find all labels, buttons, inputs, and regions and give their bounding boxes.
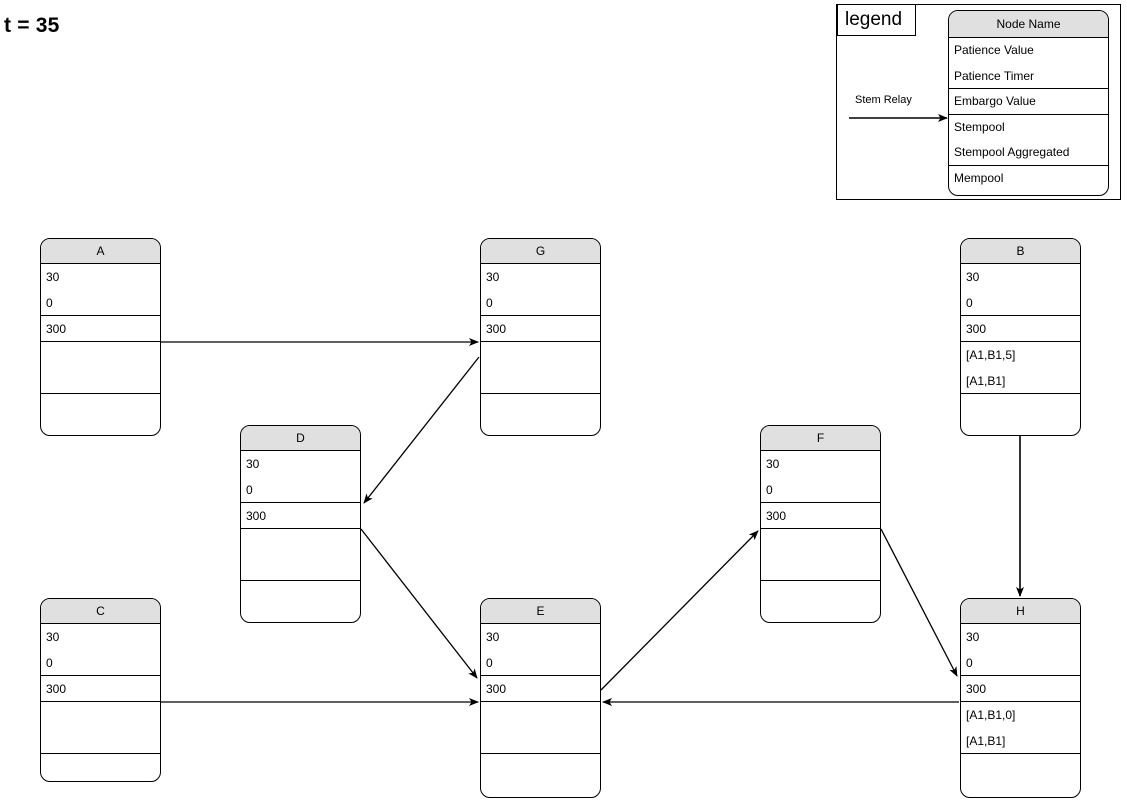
legend-template-node: Node Name Patience Value Patience Timer … [948, 10, 1109, 196]
node-e-stempool [481, 702, 600, 728]
node-e-title: E [481, 599, 600, 624]
node-b-patience-value: 30 [966, 270, 980, 284]
node-d-body: 30 0 300 [241, 451, 360, 622]
node-b-stempool-aggregated: [A1,B1] [961, 368, 1080, 394]
node-h-body: 30 0 300 [A1,B1,0] [A1,B1] [961, 624, 1080, 797]
legend-field-embargo-value: Embargo Value [949, 89, 1108, 115]
node-f-body: 30 0 300 [761, 451, 880, 622]
node-d-stempool-aggregated [241, 555, 360, 581]
node-f[interactable]: F 30 0 300 [760, 425, 881, 623]
node-f-patience-value: 30 [766, 457, 780, 471]
node-g[interactable]: G 30 0 300 [480, 238, 601, 436]
node-d[interactable]: D 30 0 300 [240, 425, 361, 623]
node-g-mempool [481, 394, 600, 435]
edge-f-to-h [880, 528, 958, 677]
node-f-embargo-value: 300 [761, 503, 880, 529]
node-f-stempool-aggregated [761, 555, 880, 581]
node-f-patience-timer: 0 [761, 477, 880, 503]
edge-d-to-e [360, 528, 478, 679]
node-h-mempool [961, 754, 1080, 797]
node-b-body: 30 0 300 [A1,B1,5] [A1,B1] [961, 264, 1080, 435]
node-g-title: G [481, 239, 600, 264]
node-h[interactable]: H 30 0 300 [A1,B1,0] [A1,B1] [960, 598, 1081, 798]
node-b-mempool [961, 394, 1080, 435]
legend-field-stempool: Stempool [954, 119, 1005, 134]
node-a-mempool [41, 394, 160, 435]
node-c-patience-value: 30 [46, 630, 60, 644]
node-c-patience-timer: 0 [41, 650, 160, 676]
node-g-stempool-aggregated [481, 368, 600, 394]
page-title: t = 35 [4, 14, 60, 37]
node-h-patience-value: 30 [966, 630, 980, 644]
node-e[interactable]: E 30 0 300 [480, 598, 601, 798]
node-h-title: H [961, 599, 1080, 624]
node-b-embargo-value: 300 [961, 316, 1080, 342]
node-d-patience-value: 30 [246, 457, 260, 471]
node-a-body: 30 0 300 [41, 264, 160, 435]
legend-tab-label: legend [837, 4, 916, 36]
node-c-body: 30 0 300 [41, 624, 160, 781]
node-e-patience-value: 30 [486, 630, 500, 644]
node-d-stempool [241, 529, 360, 555]
node-d-embargo-value: 300 [241, 503, 360, 529]
node-h-stempool-aggregated: [A1,B1] [961, 728, 1080, 754]
node-f-title: F [761, 426, 880, 451]
legend-node-title: Node Name [949, 11, 1108, 38]
node-d-title: D [241, 426, 360, 451]
node-c-stempool-aggregated [41, 728, 160, 754]
node-c-title: C [41, 599, 160, 624]
node-g-body: 30 0 300 [481, 264, 600, 435]
legend-panel: legend Stem Relay Node Name Patience Val… [836, 4, 1121, 200]
node-g-stempool [481, 342, 600, 368]
node-c-stempool [41, 702, 160, 728]
edge-g-to-d [363, 356, 480, 504]
legend-stem-relay-label: Stem Relay [855, 94, 912, 106]
node-a-title: A [41, 239, 160, 264]
node-c[interactable]: C 30 0 300 [40, 598, 161, 782]
node-b-patience-timer: 0 [961, 290, 1080, 316]
node-a-embargo-value: 300 [41, 316, 160, 342]
node-a-stempool [41, 342, 160, 368]
legend-field-patience-timer: Patience Timer [949, 64, 1108, 90]
node-h-patience-timer: 0 [961, 650, 1080, 676]
node-c-mempool [41, 754, 160, 781]
legend-stem-relay-arrow [849, 114, 948, 122]
node-g-embargo-value: 300 [481, 316, 600, 342]
node-a[interactable]: A 30 0 300 [40, 238, 161, 436]
node-a-stempool-aggregated [41, 368, 160, 394]
node-e-patience-timer: 0 [481, 650, 600, 676]
node-d-patience-timer: 0 [241, 477, 360, 503]
node-g-patience-value: 30 [486, 270, 500, 284]
node-h-embargo-value: 300 [961, 676, 1080, 702]
node-b-stempool: [A1,B1,5] [966, 348, 1016, 362]
node-e-embargo-value: 300 [481, 676, 600, 702]
node-e-body: 30 0 300 [481, 624, 600, 797]
edge-e-to-f [600, 530, 759, 691]
node-f-stempool [761, 529, 880, 555]
node-h-stempool: [A1,B1,0] [966, 708, 1016, 722]
legend-field-stempool-aggregated: Stempool Aggregated [949, 140, 1108, 166]
node-d-mempool [241, 581, 360, 622]
node-c-embargo-value: 300 [41, 676, 160, 702]
node-f-mempool [761, 581, 880, 622]
legend-field-patience-value: Patience Value [954, 43, 1034, 57]
node-a-patience-value: 30 [46, 270, 60, 284]
diagram-canvas: t = 35 A 30 0 300 G 30 0 300 B 30 0 300 … [0, 0, 1127, 800]
node-b[interactable]: B 30 0 300 [A1,B1,5] [A1,B1] [960, 238, 1081, 436]
node-b-title: B [961, 239, 1080, 264]
node-e-mempool [481, 754, 600, 797]
legend-field-mempool: Mempool [954, 170, 1004, 185]
node-e-stempool-aggregated [481, 728, 600, 754]
node-g-patience-timer: 0 [481, 290, 600, 316]
legend-node-body: Patience Value Patience Timer Embargo Va… [949, 38, 1108, 192]
node-a-patience-timer: 0 [41, 290, 160, 316]
